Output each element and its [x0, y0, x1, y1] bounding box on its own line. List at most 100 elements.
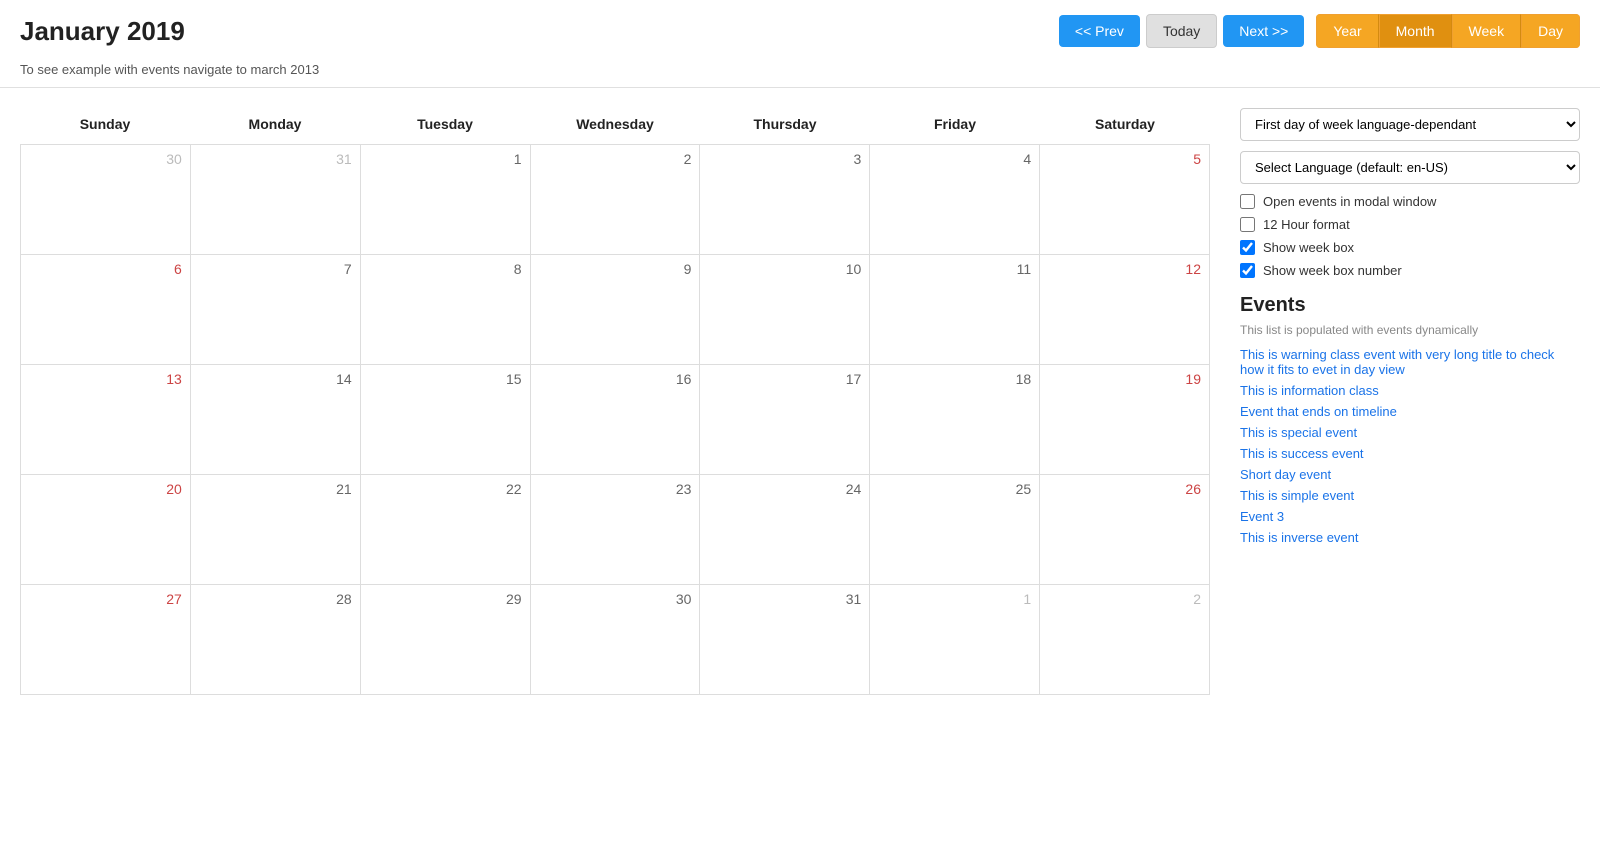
dow-tuesday: Tuesday [360, 108, 530, 144]
calendar-cell[interactable]: 7 [191, 255, 361, 365]
calendar-cell[interactable]: 6 [21, 255, 191, 365]
page-title: January 2019 [20, 16, 185, 47]
calendar-cell[interactable]: 11 [870, 255, 1040, 365]
event-link[interactable]: This is inverse event [1240, 530, 1580, 545]
first-day-select[interactable]: First day of week language-dependant Sun… [1240, 108, 1580, 141]
checkbox-modal-input[interactable] [1240, 194, 1255, 209]
checkbox-12hour-input[interactable] [1240, 217, 1255, 232]
day-number: 30 [539, 591, 692, 607]
day-number: 2 [1048, 591, 1201, 607]
calendar-cell[interactable]: 20 [21, 475, 191, 585]
checkbox-modal-label: Open events in modal window [1263, 194, 1436, 209]
day-number: 31 [708, 591, 861, 607]
day-number: 20 [29, 481, 182, 497]
day-number: 1 [878, 591, 1031, 607]
day-number: 1 [369, 151, 522, 167]
calendar-cell[interactable]: 8 [361, 255, 531, 365]
day-number: 4 [878, 151, 1031, 167]
dow-sunday: Sunday [20, 108, 190, 144]
checkbox-weekbox-label: Show week box [1263, 240, 1354, 255]
view-year-button[interactable]: Year [1316, 14, 1378, 48]
sidebar: First day of week language-dependant Sun… [1240, 108, 1580, 695]
calendar-cell[interactable]: 26 [1040, 475, 1210, 585]
day-number: 31 [199, 151, 352, 167]
event-link[interactable]: Event 3 [1240, 509, 1580, 524]
calendar-cell[interactable]: 17 [700, 365, 870, 475]
calendar-cell[interactable]: 28 [191, 585, 361, 695]
day-number: 24 [708, 481, 861, 497]
day-number: 9 [539, 261, 692, 277]
checkbox-modal: Open events in modal window [1240, 194, 1580, 209]
calendar-cell[interactable]: 5 [1040, 145, 1210, 255]
calendar-cell[interactable]: 19 [1040, 365, 1210, 475]
day-number: 26 [1048, 481, 1201, 497]
page-header: January 2019 << Prev Today Next >> Year … [0, 0, 1600, 58]
calendar-cell[interactable]: 24 [700, 475, 870, 585]
event-link[interactable]: This is special event [1240, 425, 1580, 440]
checkbox-weekbox: Show week box [1240, 240, 1580, 255]
day-number: 17 [708, 371, 861, 387]
calendar-cell[interactable]: 22 [361, 475, 531, 585]
day-number: 19 [1048, 371, 1201, 387]
checkbox-weekbox-input[interactable] [1240, 240, 1255, 255]
checkbox-weekboxnum: Show week box number [1240, 263, 1580, 278]
calendar-cell[interactable]: 2 [1040, 585, 1210, 695]
divider [0, 87, 1600, 88]
view-buttons: Year Month Week Day [1316, 14, 1580, 48]
next-button[interactable]: Next >> [1223, 15, 1304, 47]
event-link[interactable]: This is warning class event with very lo… [1240, 347, 1580, 377]
today-button[interactable]: Today [1146, 14, 1217, 48]
day-number: 21 [199, 481, 352, 497]
dow-wednesday: Wednesday [530, 108, 700, 144]
day-number: 8 [369, 261, 522, 277]
calendar-cell[interactable]: 4 [870, 145, 1040, 255]
calendar-cell[interactable]: 1 [870, 585, 1040, 695]
calendar-cell[interactable]: 16 [531, 365, 701, 475]
day-number: 27 [29, 591, 182, 607]
calendar-cell[interactable]: 30 [531, 585, 701, 695]
calendar-cell[interactable]: 14 [191, 365, 361, 475]
calendar-cell[interactable]: 10 [700, 255, 870, 365]
day-number: 3 [708, 151, 861, 167]
dow-monday: Monday [190, 108, 360, 144]
checkbox-weekboxnum-input[interactable] [1240, 263, 1255, 278]
calendar-grid: 3031123456789101112131415161718192021222… [20, 144, 1210, 695]
event-link[interactable]: This is simple event [1240, 488, 1580, 503]
day-number: 29 [369, 591, 522, 607]
event-link[interactable]: Event that ends on timeline [1240, 404, 1580, 419]
calendar-cell[interactable]: 29 [361, 585, 531, 695]
dow-thursday: Thursday [700, 108, 870, 144]
calendar-cell[interactable]: 1 [361, 145, 531, 255]
language-select[interactable]: Select Language (default: en-US) en-US f… [1240, 151, 1580, 184]
day-number: 10 [708, 261, 861, 277]
calendar-cell[interactable]: 30 [21, 145, 191, 255]
event-link[interactable]: This is success event [1240, 446, 1580, 461]
view-week-button[interactable]: Week [1452, 14, 1522, 48]
prev-button[interactable]: << Prev [1059, 15, 1140, 47]
main-content: Sunday Monday Tuesday Wednesday Thursday… [0, 98, 1600, 705]
day-number: 12 [1048, 261, 1201, 277]
subtitle: To see example with events navigate to m… [0, 58, 1600, 87]
day-number: 13 [29, 371, 182, 387]
day-number: 14 [199, 371, 352, 387]
calendar-cell[interactable]: 27 [21, 585, 191, 695]
calendar-cell[interactable]: 31 [700, 585, 870, 695]
calendar-cell[interactable]: 13 [21, 365, 191, 475]
day-number: 22 [369, 481, 522, 497]
event-link[interactable]: Short day event [1240, 467, 1580, 482]
calendar-cell[interactable]: 23 [531, 475, 701, 585]
calendar-cell[interactable]: 12 [1040, 255, 1210, 365]
calendar-cell[interactable]: 3 [700, 145, 870, 255]
calendar-cell[interactable]: 31 [191, 145, 361, 255]
calendar-cell[interactable]: 15 [361, 365, 531, 475]
calendar-cell[interactable]: 9 [531, 255, 701, 365]
event-link[interactable]: This is information class [1240, 383, 1580, 398]
calendar-cell[interactable]: 25 [870, 475, 1040, 585]
day-number: 11 [878, 261, 1031, 277]
checkbox-weekboxnum-label: Show week box number [1263, 263, 1402, 278]
view-day-button[interactable]: Day [1521, 14, 1580, 48]
calendar-cell[interactable]: 18 [870, 365, 1040, 475]
calendar-cell[interactable]: 2 [531, 145, 701, 255]
view-month-button[interactable]: Month [1379, 14, 1452, 48]
calendar-cell[interactable]: 21 [191, 475, 361, 585]
